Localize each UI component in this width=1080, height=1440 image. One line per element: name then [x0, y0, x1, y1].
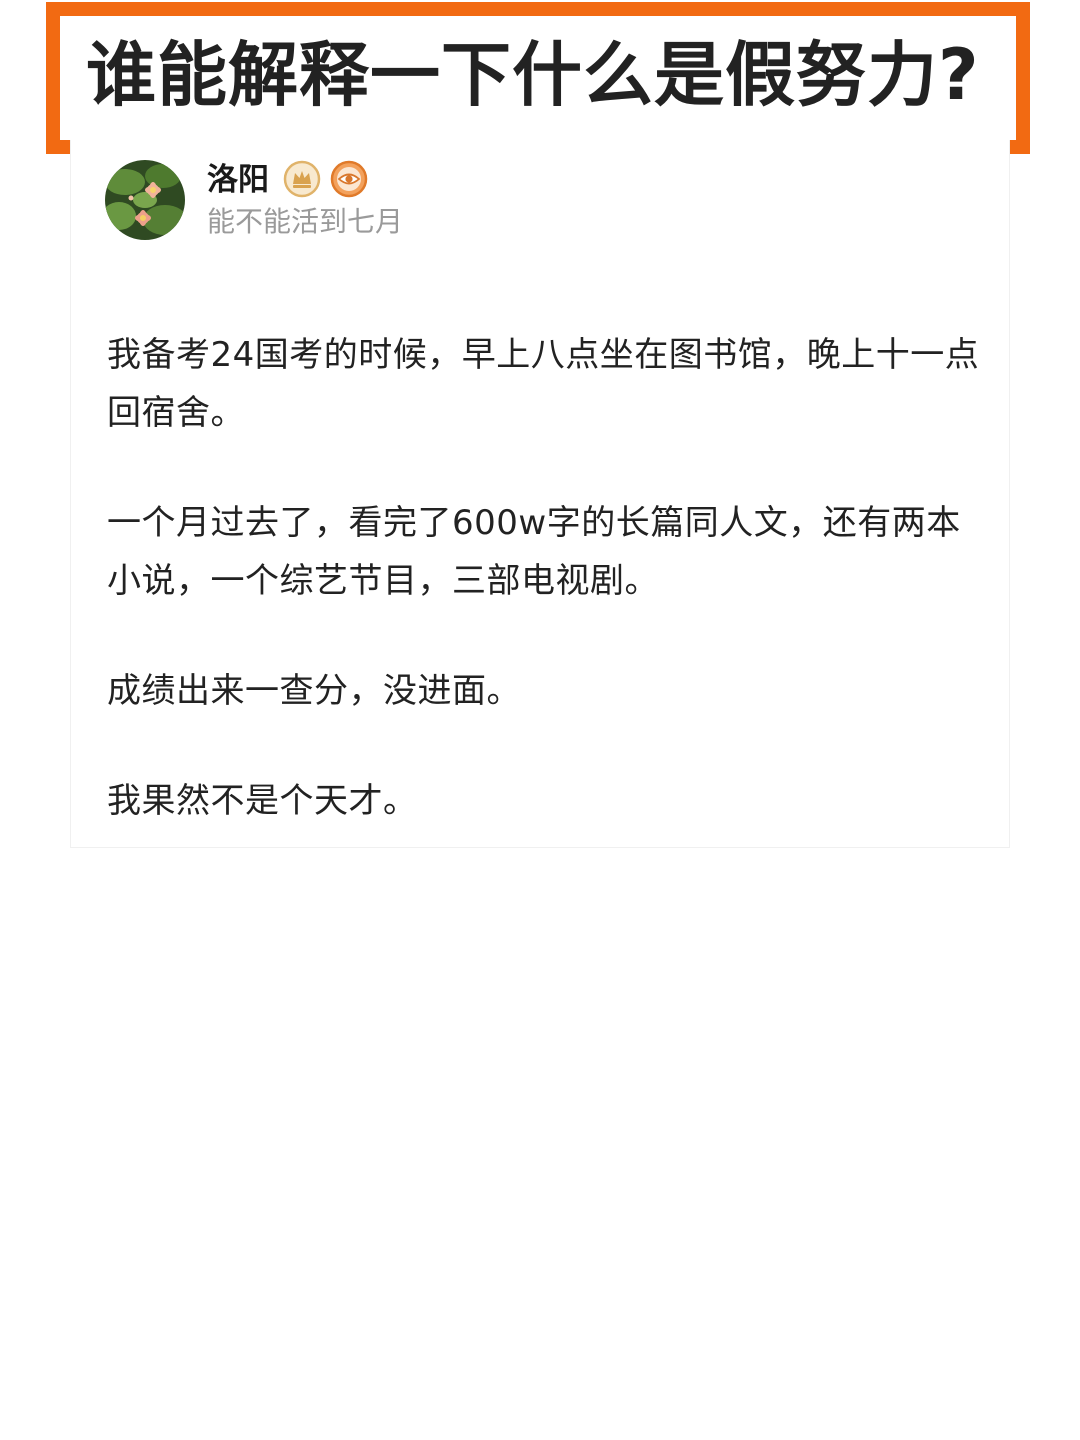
user-name[interactable]: 洛阳 [207, 160, 269, 200]
lotus-avatar-icon[interactable] [105, 160, 185, 240]
page-title: 谁能解释一下什么是假努力? [86, 34, 980, 116]
post-body: 我备考24国考的时候，早上八点坐在图书馆，晚上十一点回宿舍。 一个月过去了，看完… [107, 326, 987, 882]
post-card: 洛阳 能不能活到七月 我备考24国考的时候，早上八点坐在图书馆，晚上十一点回宿舍… [70, 140, 1010, 848]
post-paragraph: 我果然不是个天才。 [107, 781, 418, 821]
post-paragraph: 一个月过去了，看完了600w字的长篇同人文，还有两本小说，一个综艺节目，三部电视… [107, 503, 961, 601]
eye-badge-icon [330, 160, 368, 198]
post-paragraph: 成绩出来一查分，没进面。 [107, 671, 521, 711]
title-banner: 谁能解释一下什么是假努力? [46, 2, 1030, 154]
user-signature: 能不能活到七月 [207, 205, 404, 238]
post-paragraph: 我备考24国考的时候，早上八点坐在图书馆，晚上十一点回宿舍。 [107, 335, 980, 433]
crown-badge-icon [283, 160, 321, 198]
